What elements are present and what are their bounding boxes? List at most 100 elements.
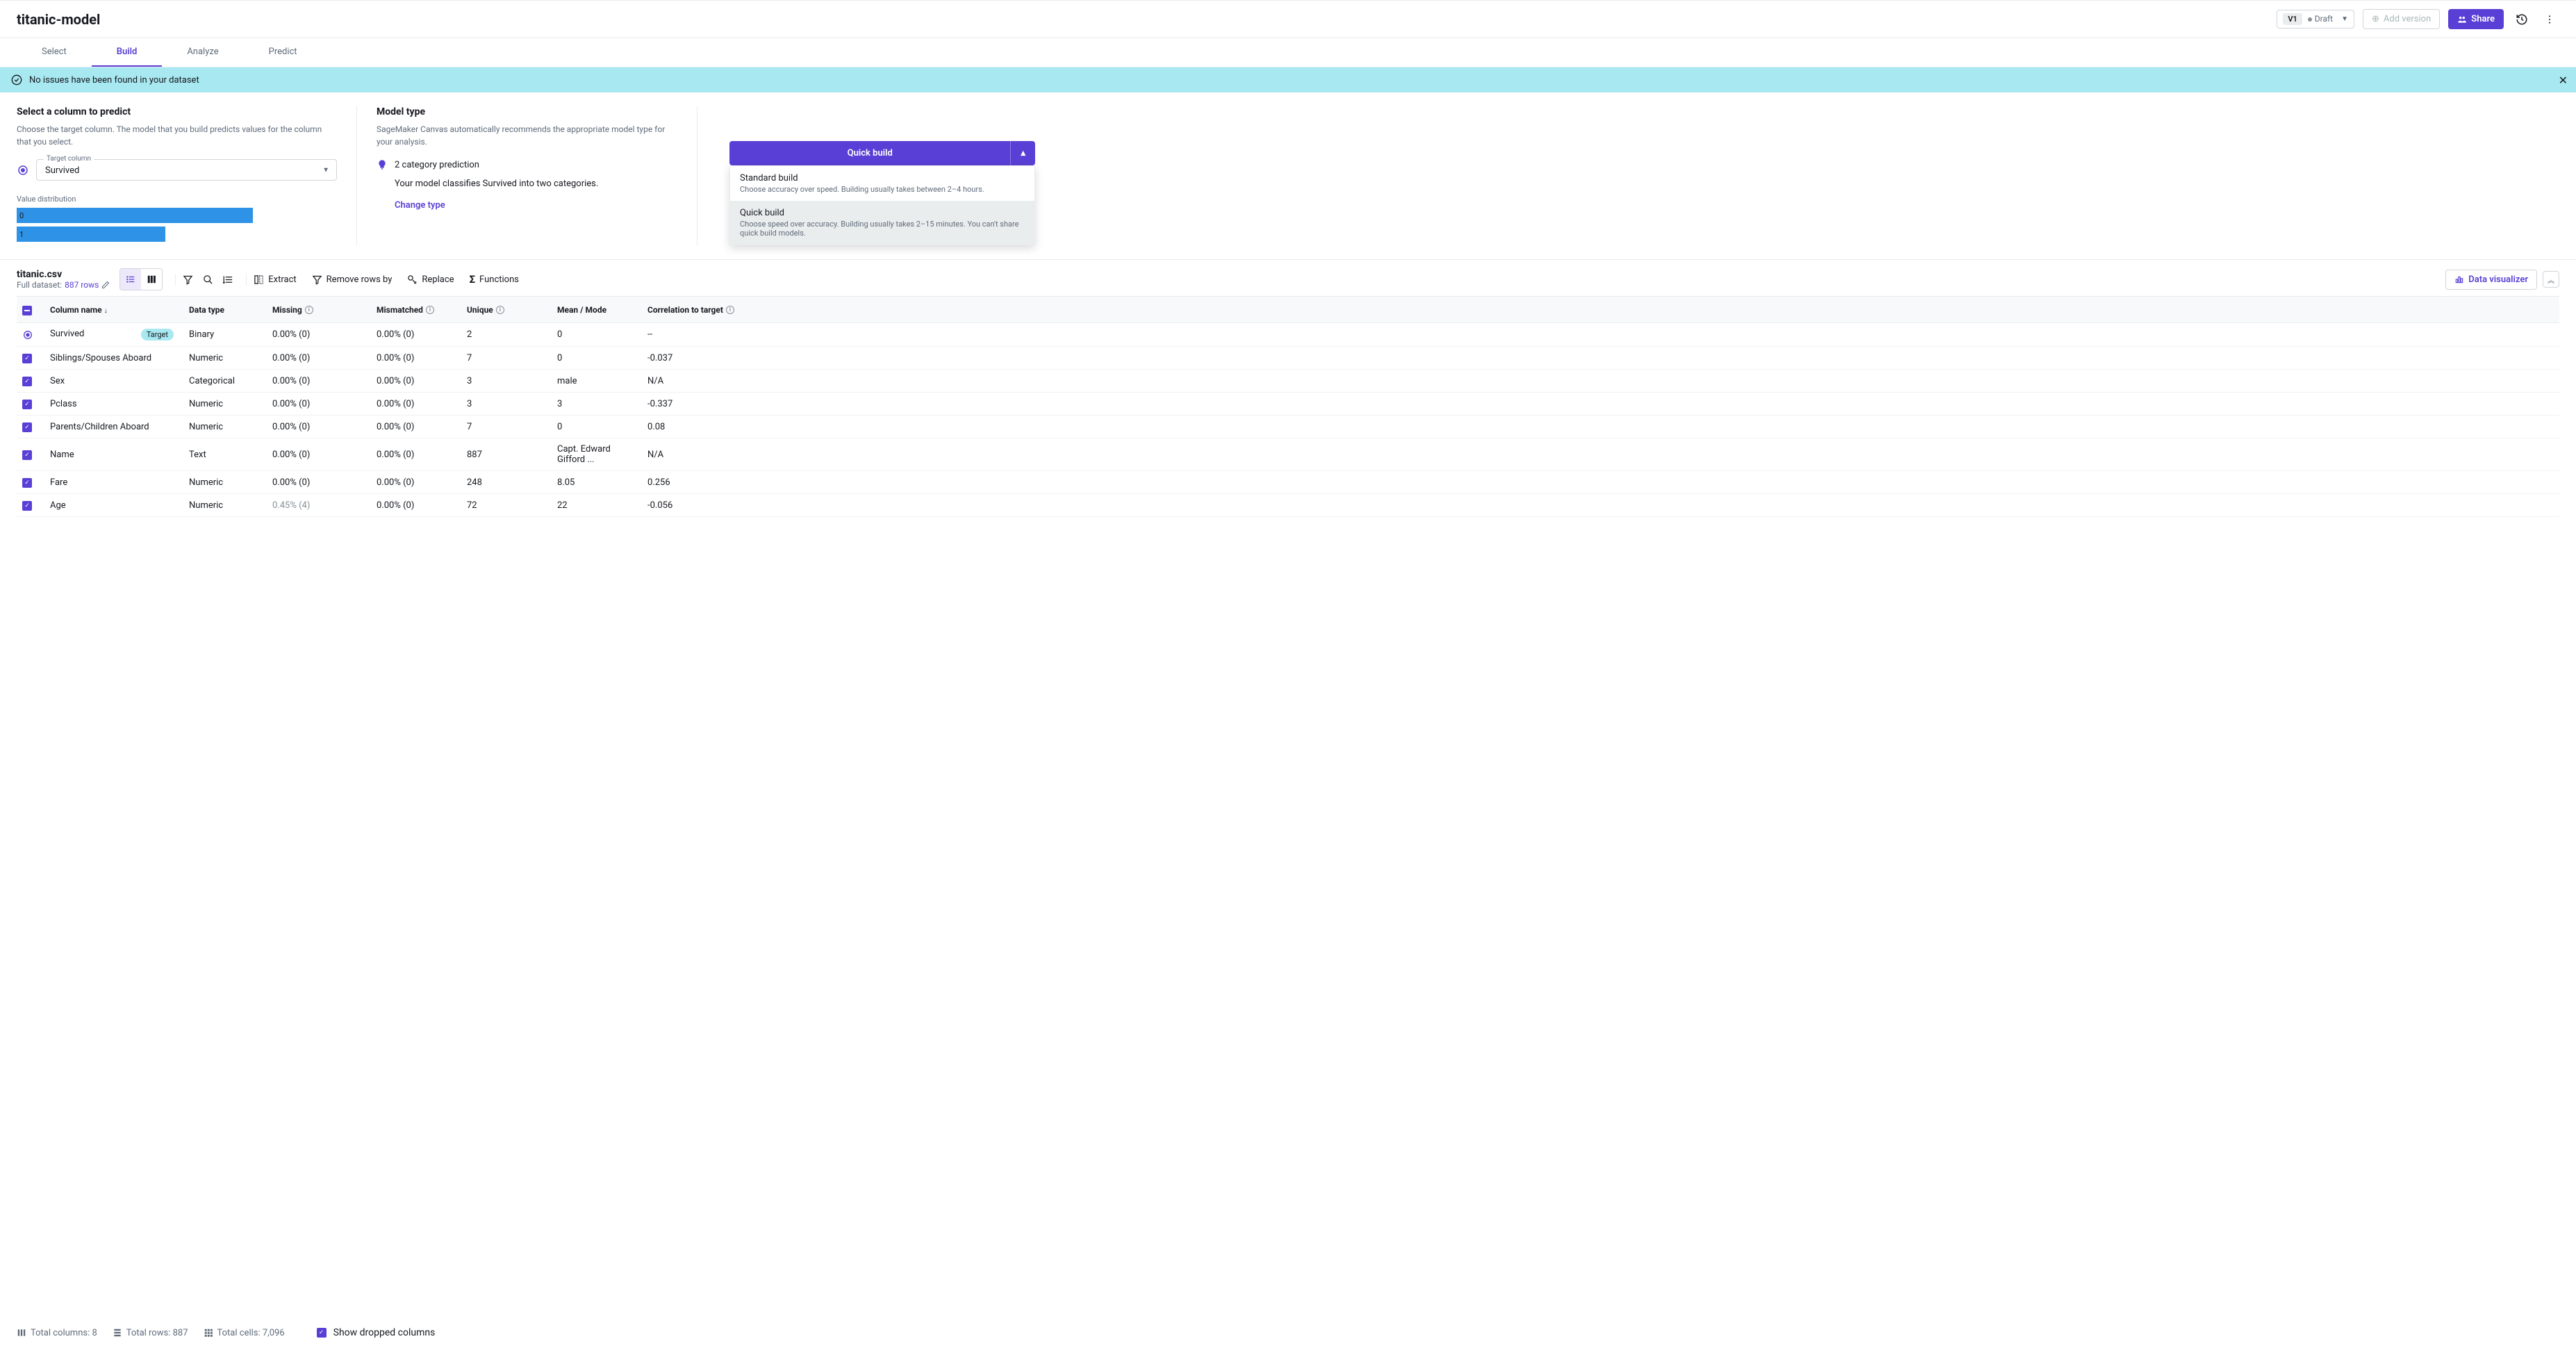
sigma-icon: Σ	[470, 273, 476, 286]
row-checkbox[interactable]: ✓	[22, 422, 32, 432]
show-dropped-toggle[interactable]: ✓ Show dropped columns	[317, 1327, 436, 1338]
header-unique[interactable]: Uniquei	[461, 297, 552, 323]
rows-icon	[113, 1328, 122, 1338]
cell-mismatched: 0.00% (0)	[371, 471, 461, 494]
quick-build-button[interactable]: Quick build ▴	[729, 141, 1035, 165]
cell-mismatched: 0.00% (0)	[371, 347, 461, 370]
toolbar-actions: Extract Remove rows by Replace Σ Functio…	[246, 273, 519, 286]
functions-button[interactable]: Σ Functions	[470, 273, 519, 286]
table-header: Column name↓ Data type Missingi Mismatch…	[17, 297, 2559, 323]
remove-rows-button[interactable]: Remove rows by	[312, 274, 393, 285]
cell-missing: 0.00% (0)	[267, 393, 371, 416]
target-row-icon	[22, 329, 39, 340]
header-mismatched[interactable]: Mismatchedi	[371, 297, 461, 323]
build-dropdown-toggle[interactable]: ▴	[1010, 141, 1035, 165]
replace-label: Replace	[422, 274, 454, 285]
config-panels: Select a column to predict Choose the ta…	[0, 92, 2576, 260]
header-data-type[interactable]: Data type	[183, 297, 267, 323]
data-viz-label: Data visualizer	[2468, 274, 2528, 285]
extract-label: Extract	[268, 274, 296, 285]
header-mean-mode[interactable]: Mean / Mode	[552, 297, 642, 323]
header-missing[interactable]: Missingi	[267, 297, 371, 323]
row-checkbox[interactable]: ✓	[22, 400, 32, 409]
sort-button[interactable]	[223, 274, 233, 285]
replace-button[interactable]: Replace	[407, 274, 454, 285]
extract-button[interactable]: Extract	[254, 274, 296, 285]
info-icon: i	[496, 306, 504, 314]
cell-mismatched: 0.00% (0)	[371, 323, 461, 347]
replace-icon	[407, 274, 418, 285]
cell-corr: --	[642, 323, 2559, 347]
cell-missing: 0.00% (0)	[267, 416, 371, 438]
share-button[interactable]: Share	[2448, 9, 2504, 29]
history-icon	[2516, 13, 2528, 26]
cell-column-name: Name	[44, 438, 183, 471]
dropdown-option-quick[interactable]: Quick build Choose speed over accuracy. …	[730, 201, 1034, 245]
toolbar-icons	[175, 274, 233, 285]
remove-rows-label: Remove rows by	[327, 274, 393, 285]
show-dropped-checkbox: ✓	[317, 1328, 327, 1338]
dropdown-option-standard[interactable]: Standard build Choose accuracy over spee…	[730, 166, 1034, 201]
list-view-button[interactable]	[120, 269, 141, 290]
data-visualizer-button[interactable]: Data visualizer	[2445, 270, 2537, 290]
tab-analyze[interactable]: Analyze	[162, 38, 243, 67]
cell-mismatched: 0.00% (0)	[371, 416, 461, 438]
cell-type: Numeric	[183, 416, 267, 438]
cell-column-name: Age	[44, 494, 183, 517]
row-count: 887 rows	[65, 280, 99, 290]
cell-column-name: Sex	[44, 370, 183, 393]
row-checkbox[interactable]: ✓	[22, 377, 32, 386]
full-dataset-label: Full dataset:	[17, 280, 62, 290]
chevron-down-icon: ▼	[322, 166, 329, 174]
target-column-select[interactable]: Target column Survived ▼	[36, 159, 337, 181]
info-icon: i	[426, 306, 434, 314]
target-column-panel: Select a column to predict Choose the ta…	[17, 106, 357, 245]
row-checkbox[interactable]: ✓	[22, 478, 32, 488]
banner-close-button[interactable]: ✕	[2559, 74, 2568, 87]
filter-icon	[183, 274, 193, 285]
row-checkbox[interactable]: ✓	[22, 354, 32, 363]
history-button[interactable]	[2512, 10, 2532, 29]
cell-type: Binary	[183, 323, 267, 347]
value-distribution: Value distribution 0 1	[17, 195, 337, 242]
grid-view-button[interactable]	[141, 269, 162, 290]
grid-icon	[147, 274, 156, 284]
cells-icon	[204, 1328, 213, 1338]
view-toggle	[119, 268, 163, 290]
add-version-button[interactable]: ⊕ Add version	[2363, 9, 2440, 29]
cell-column-name: SurvivedTarget	[44, 323, 183, 347]
tab-select[interactable]: Select	[17, 38, 92, 67]
option-desc: Choose speed over accuracy. Building usu…	[740, 220, 1025, 238]
version-badge: V1	[2283, 13, 2302, 25]
cell-corr: -0.037	[642, 347, 2559, 370]
cell-mean: 0	[552, 347, 642, 370]
target-panel-desc: Choose the target column. The model that…	[17, 123, 337, 148]
version-selector[interactable]: V1 Draft ▼	[2277, 10, 2354, 28]
filter-button[interactable]	[183, 274, 193, 285]
select-all-checkbox[interactable]	[22, 306, 32, 315]
file-name: titanic.csv	[17, 269, 110, 280]
add-version-label: Add version	[2384, 14, 2431, 24]
lightbulb-icon	[377, 159, 388, 170]
search-icon	[203, 274, 213, 285]
cell-mean: Capt. Edward Gifford ...	[552, 438, 642, 471]
pencil-icon[interactable]	[101, 281, 110, 289]
header-column-name[interactable]: Column name↓	[44, 297, 183, 323]
tab-build[interactable]: Build	[92, 38, 163, 67]
cell-unique: 7	[461, 347, 552, 370]
cell-column-name: Pclass	[44, 393, 183, 416]
row-checkbox[interactable]: ✓	[22, 450, 32, 460]
banner-message: No issues have been found in your datase…	[29, 75, 199, 85]
cell-mean: 22	[552, 494, 642, 517]
row-checkbox[interactable]: ✓	[22, 501, 32, 511]
collapse-button[interactable]: ︽	[2543, 271, 2559, 288]
change-type-link[interactable]: Change type	[395, 200, 677, 211]
info-icon: i	[305, 306, 313, 314]
tab-predict[interactable]: Predict	[244, 38, 322, 67]
header-correlation[interactable]: Correlation to targeti	[642, 297, 2559, 323]
search-button[interactable]	[203, 274, 213, 285]
cell-missing: 0.00% (0)	[267, 370, 371, 393]
more-button[interactable]	[2540, 10, 2559, 29]
functions-label: Functions	[479, 274, 519, 285]
cell-mean: 8.05	[552, 471, 642, 494]
